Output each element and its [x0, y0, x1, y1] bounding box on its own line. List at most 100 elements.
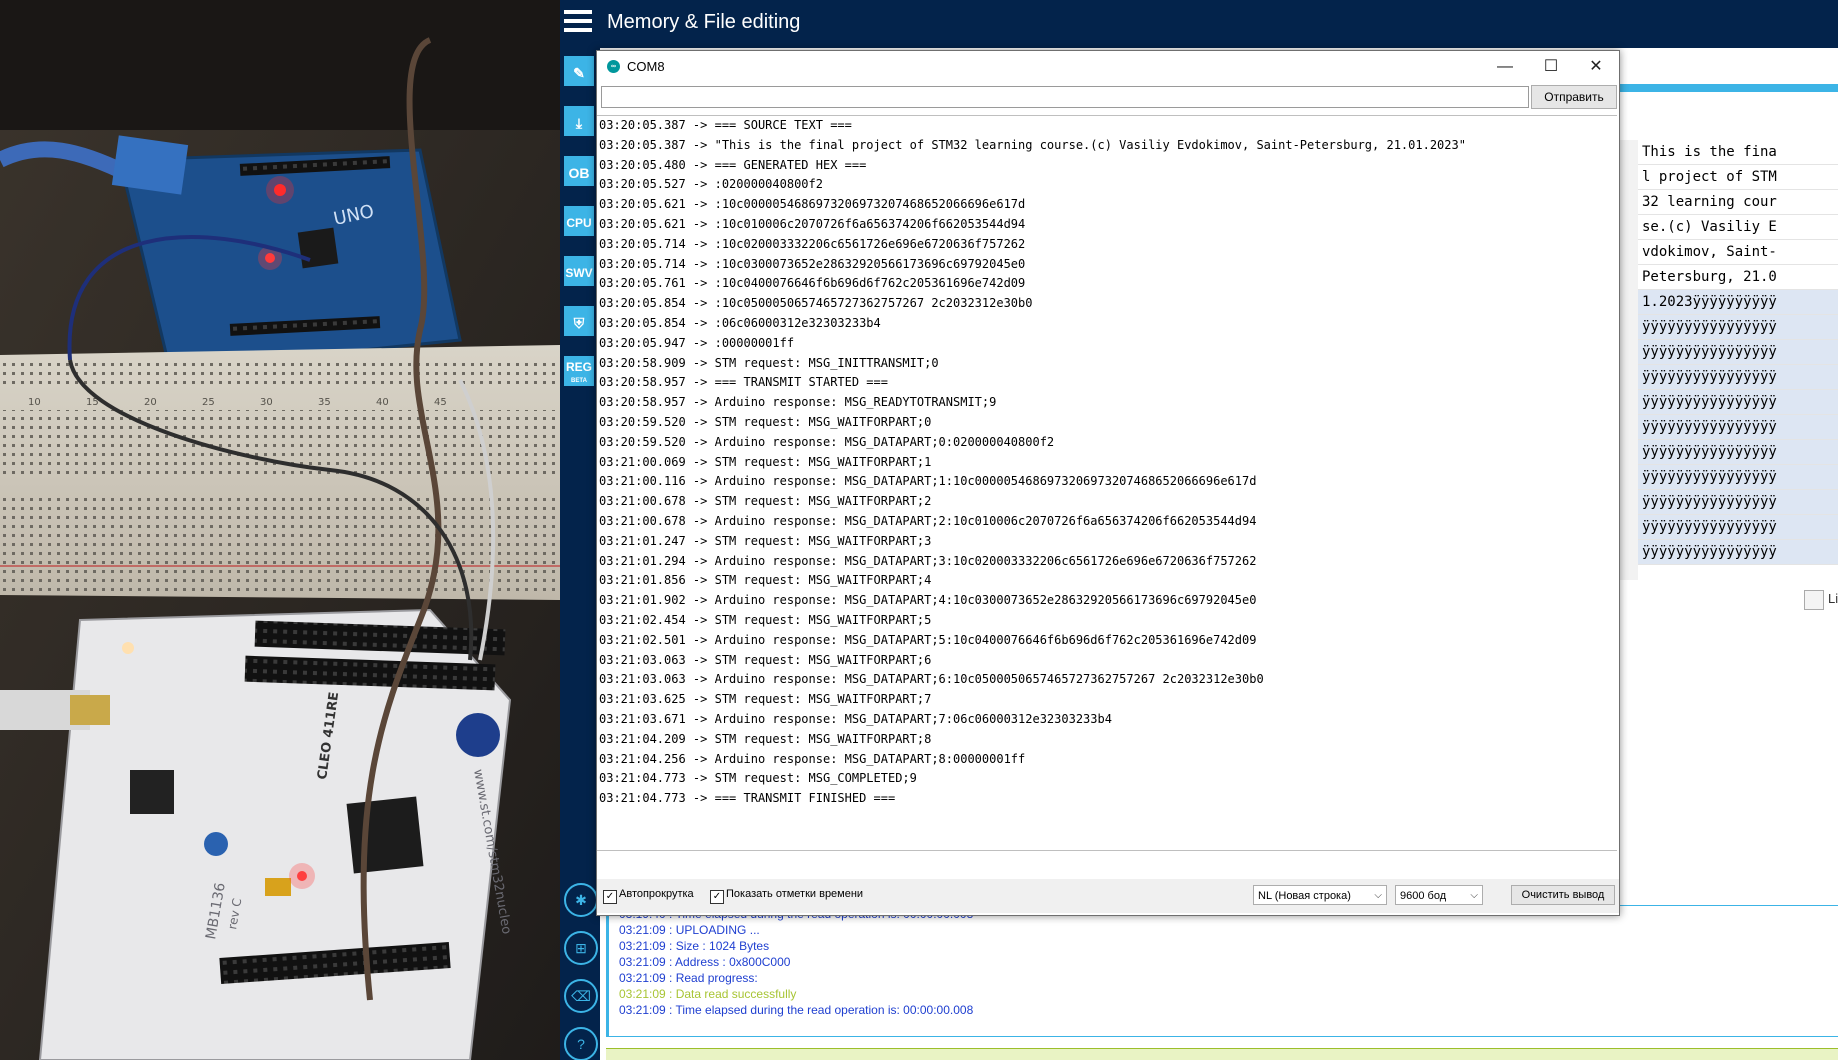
serial-line: 03:20:05.387 -> "This is the final proje… [599, 137, 1466, 152]
memory-row: ÿÿÿÿÿÿÿÿÿÿÿÿÿÿÿÿ [1638, 340, 1838, 365]
hardware-photo-illustration: UNO 10 15 20 25 30 35 40 45 www.st.com/s… [0, 0, 560, 1060]
arduino-app-icon: ∞ [607, 60, 620, 73]
sidebar-item-reg-beta: BETA [571, 378, 587, 384]
line-ending-value: NL (Новая строка) [1258, 890, 1351, 902]
shield-icon[interactable]: ⛨ [562, 304, 596, 338]
cube-toolbar-tab [1618, 48, 1838, 92]
memory-row: ÿÿÿÿÿÿÿÿÿÿÿÿÿÿÿÿ [1638, 440, 1838, 465]
serial-line: 03:21:00.069 -> STM request: MSG_WAITFOR… [599, 454, 932, 469]
memory-edit-pencil-icon[interactable]: ✎ [562, 54, 596, 88]
memory-row: vdokimov, Saint- [1638, 240, 1838, 265]
log-line: 03:21:09 : Address : 0x800C000 [619, 955, 791, 969]
hamburger-menu-icon[interactable] [564, 10, 592, 36]
serial-line: 03:20:05.714 -> :10c0300073652e286329205… [599, 256, 1026, 271]
memory-row: ÿÿÿÿÿÿÿÿÿÿÿÿÿÿÿÿ [1638, 315, 1838, 340]
serial-monitor-footer: ✓ Автопрокрутка ✓ Показать отметки време… [597, 879, 1619, 913]
serial-line: 03:20:05.621 -> :10c00000546869732069732… [599, 197, 1026, 212]
send-button[interactable]: Отправить [1531, 85, 1617, 109]
cube-page-title: Memory & File editing [607, 11, 801, 33]
bug-icon[interactable]: ✱ [564, 883, 598, 917]
serial-line: 03:20:05.947 -> :00000001ff [599, 335, 795, 350]
serial-line: 03:20:05.621 -> :10c010006c2070726f6a656… [599, 216, 1026, 231]
el-icon[interactable]: ⊞ [564, 931, 598, 965]
bb-num-35: 35 [318, 397, 331, 408]
chevron-down-icon: ⌵ [1470, 890, 1478, 901]
serial-monitor-titlebar: ∞ COM8 — ☐ ✕ [597, 51, 1619, 82]
nucleo-board: www.st.com/stm32nucleo MB1136 rev C CLEO… [0, 608, 514, 1060]
sidebar-item-reg[interactable]: REG BETA [562, 354, 596, 388]
log-line: 03:21:09 : Read progress: [619, 971, 758, 985]
baud-select[interactable]: 9600 бод ⌵ [1395, 885, 1483, 905]
serial-line: 03:21:01.247 -> STM request: MSG_WAITFOR… [599, 533, 932, 548]
memory-row: se.(c) Vasiliy E [1638, 215, 1838, 240]
bb-num-25: 25 [202, 397, 215, 408]
serial-line: 03:21:03.671 -> Arduino response: MSG_DA… [599, 711, 1112, 726]
memory-row: 1.2023ÿÿÿÿÿÿÿÿÿÿ [1638, 290, 1838, 315]
memory-row: ÿÿÿÿÿÿÿÿÿÿÿÿÿÿÿÿ [1638, 415, 1838, 440]
serial-line: 03:20:59.520 -> STM request: MSG_WAITFOR… [599, 414, 932, 429]
chevron-down-icon: ⌵ [1374, 890, 1382, 901]
memory-row: ÿÿÿÿÿÿÿÿÿÿÿÿÿÿÿÿ [1638, 540, 1838, 565]
serial-line: 03:21:03.063 -> Arduino response: MSG_DA… [599, 672, 1264, 687]
bb-num-45: 45 [434, 397, 447, 408]
timestamps-label: Показать отметки времени [726, 888, 864, 900]
serial-line: 03:21:01.294 -> Arduino response: MSG_DA… [599, 553, 1257, 568]
help-icon[interactable]: ? [564, 1027, 598, 1060]
serial-line: 03:21:03.063 -> STM request: MSG_WAITFOR… [599, 652, 932, 667]
sidebar-item-swv[interactable]: SWV [562, 254, 596, 288]
serial-line: 03:21:04.209 -> STM request: MSG_WAITFOR… [599, 731, 932, 746]
memory-row: ÿÿÿÿÿÿÿÿÿÿÿÿÿÿÿÿ [1638, 365, 1838, 390]
maximize-button[interactable]: ☐ [1528, 51, 1574, 82]
serial-monitor-window: ∞ COM8 — ☐ ✕ Отправить 03:20:05.387 -> =… [596, 50, 1620, 916]
memory-row: 32 learning cour [1638, 190, 1838, 215]
autoscroll-checkbox[interactable]: ✓ [603, 890, 617, 904]
serial-output[interactable]: 03:20:05.387 -> === SOURCE TEXT === 03:2… [597, 115, 1617, 851]
serial-line: 03:21:04.773 -> STM request: MSG_COMPLET… [599, 771, 917, 786]
live-update-checkbox[interactable] [1804, 590, 1824, 610]
minimize-button[interactable]: — [1482, 51, 1528, 82]
serial-line: 03:20:05.480 -> === GENERATED HEX === [599, 157, 867, 172]
serial-line: 03:21:01.856 -> STM request: MSG_WAITFOR… [599, 573, 932, 588]
sidebar-item-reg-label: REG [565, 360, 592, 374]
line-ending-select[interactable]: NL (Новая строка) ⌵ [1253, 885, 1387, 905]
log-line: 03:21:09 : Time elapsed during the read … [619, 1003, 974, 1017]
memory-row: ÿÿÿÿÿÿÿÿÿÿÿÿÿÿÿÿ [1638, 515, 1838, 540]
cube-sidebar: ✎ ⤓ OB CPU SWV ⛨ REG BETA ✱ ⊞ ⌫ ? [560, 48, 600, 1060]
serial-line: 03:20:05.387 -> === SOURCE TEXT === [599, 118, 852, 132]
log-line: 03:21:09 : UPLOADING ... [619, 923, 760, 937]
memory-row: ÿÿÿÿÿÿÿÿÿÿÿÿÿÿÿÿ [1638, 465, 1838, 490]
serial-line: 03:20:58.957 -> Arduino response: MSG_RE… [599, 395, 997, 410]
serial-line: 03:21:01.902 -> Arduino response: MSG_DA… [599, 593, 1257, 608]
cube-log-panel: 03:19:40 : Time elapsed during the read … [606, 905, 1838, 1037]
cube-progress-bar [606, 1048, 1838, 1060]
sidebar-item-ob[interactable]: OB [562, 154, 596, 188]
serial-line: 03:20:58.957 -> === TRANSMIT STARTED === [599, 375, 888, 390]
live-update-label: Li [1828, 591, 1838, 606]
baud-value: 9600 бод [1400, 890, 1447, 902]
autoscroll-label: Автопрокрутка [619, 888, 694, 900]
clear-output-button[interactable]: Очистить вывод [1511, 885, 1615, 905]
memory-ascii-grid: This is the fina l project of STM 32 lea… [1638, 140, 1838, 580]
bb-num-10: 10 [28, 397, 41, 408]
serial-line: 03:21:02.454 -> STM request: MSG_WAITFOR… [599, 612, 932, 627]
memory-row: This is the fina [1638, 140, 1838, 165]
timestamps-checkbox[interactable]: ✓ [710, 890, 724, 904]
sidebar-item-cpu[interactable]: CPU [562, 204, 596, 238]
serial-line: 03:21:04.773 -> === TRANSMIT FINISHED ==… [599, 791, 896, 806]
serial-line: 03:20:05.761 -> :10c0400076646f6b696d6f7… [599, 276, 1026, 291]
serial-line: 03:21:00.678 -> STM request: MSG_WAITFOR… [599, 494, 932, 509]
memory-row: ÿÿÿÿÿÿÿÿÿÿÿÿÿÿÿÿ [1638, 390, 1838, 415]
serial-line: 03:20:58.909 -> STM request: MSG_INITTRA… [599, 355, 939, 370]
bb-num-30: 30 [260, 397, 273, 408]
serial-line: 03:21:02.501 -> Arduino response: MSG_DA… [599, 632, 1257, 647]
serial-input[interactable] [601, 86, 1529, 108]
download-icon[interactable]: ⤓ [562, 104, 596, 138]
serial-line: 03:20:05.854 -> :10c05000506574657273627… [599, 296, 1033, 311]
bb-num-40: 40 [376, 397, 389, 408]
close-button[interactable]: ✕ [1573, 51, 1619, 82]
serial-monitor-title: COM8 [627, 59, 665, 74]
serial-line: 03:20:59.520 -> Arduino response: MSG_DA… [599, 434, 1055, 449]
log-line-success: 03:21:09 : Data read successfully [619, 987, 797, 1001]
cube-header: Memory & File editing [560, 0, 1838, 48]
eraser-icon[interactable]: ⌫ [564, 979, 598, 1013]
